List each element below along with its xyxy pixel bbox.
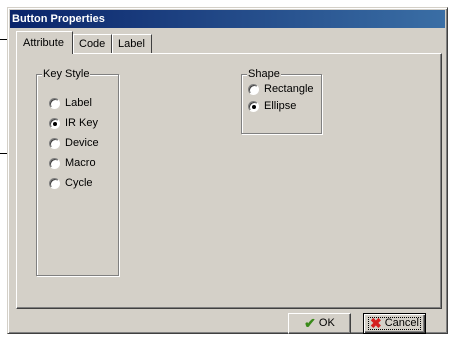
checkmark-icon: ✔ <box>304 315 316 332</box>
title-bar[interactable]: Button Properties <box>10 10 445 28</box>
radio-label: Device <box>65 137 99 149</box>
key-style-legend: Key Style <box>42 68 91 80</box>
key-style-group: Key Style Label IR Key Device Macro Cycl… <box>36 68 119 276</box>
radio-circle <box>248 84 259 95</box>
tab-panel-attribute: Key Style Label IR Key Device Macro Cycl… <box>16 53 442 309</box>
radio-label: IR Key <box>65 117 99 129</box>
window-title: Button Properties <box>12 13 105 25</box>
tab-attribute[interactable]: Attribute <box>16 31 73 54</box>
dialog-window: Button Properties Attribute Code Label K… <box>7 7 448 334</box>
shape-group: Shape Rectangle Ellipse <box>241 68 322 134</box>
radio-circle <box>49 178 60 189</box>
tab-code[interactable]: Code <box>73 34 112 53</box>
tab-label: Code <box>79 38 106 50</box>
radio-circle-selected <box>49 118 60 129</box>
ok-label: OK <box>318 317 335 329</box>
radio-label: Macro <box>65 157 96 169</box>
tab-label: Label <box>118 38 145 50</box>
radio-label: Label <box>65 97 92 109</box>
radio-label: Rectangle <box>264 83 314 95</box>
tab-label: Attribute <box>23 37 64 49</box>
tab-label-tab[interactable]: Label <box>112 34 152 53</box>
ok-button[interactable]: ✔ OK <box>288 313 351 334</box>
radio-circle <box>49 98 60 109</box>
radio-label: Ellipse <box>264 100 297 112</box>
radio-circle <box>49 158 60 169</box>
radio-circle-selected <box>248 101 259 112</box>
radio-label: Cycle <box>65 177 93 189</box>
shape-legend: Shape <box>247 68 281 80</box>
radio-circle <box>49 138 60 149</box>
cancel-button[interactable]: ✖ Cancel <box>363 313 426 334</box>
focus-rect <box>368 317 421 330</box>
